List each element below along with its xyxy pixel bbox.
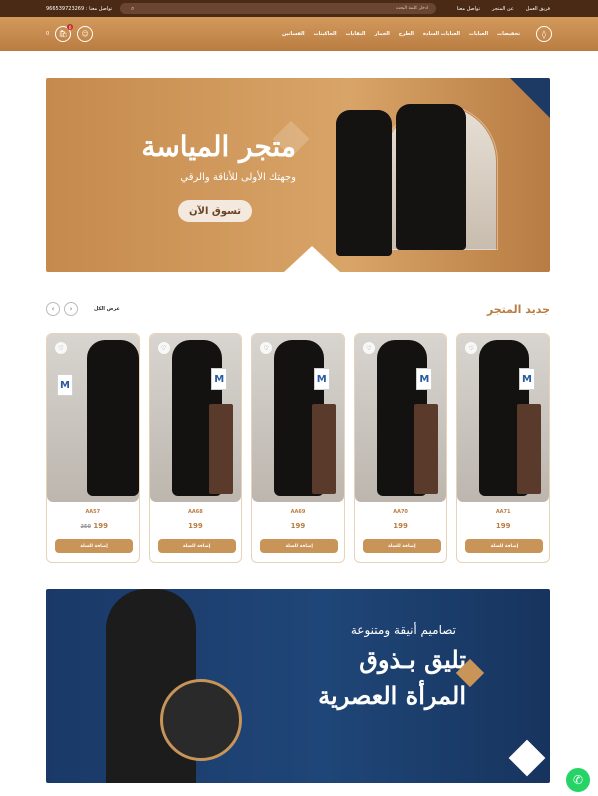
- nav-item-jackets[interactable]: الجاكيتات: [314, 31, 337, 37]
- nav-item-sales[interactable]: تخفيضات: [497, 31, 520, 37]
- cart-button[interactable]: 🛍 0: [55, 24, 74, 42]
- product-card[interactable]: M ♡ AA68 199 إضافة للسلة: [148, 333, 243, 563]
- section-header: ‹ › عرض الكل جديد المتجر: [46, 300, 550, 318]
- product-card[interactable]: M ♡ AA70 199 إضافة للسلة: [353, 333, 448, 563]
- main-nav: 0 🛍 0 ☺ تخفيضات العبايات العبايات السادة…: [0, 17, 598, 51]
- banner-corner-decoration: [510, 78, 550, 118]
- chevron-right-icon: ›: [69, 305, 73, 313]
- product-list: M ♡ AA57 250 199 إضافة للسلة M ♡ AA68 19…: [46, 333, 550, 563]
- product-image[interactable]: M ♡: [47, 334, 139, 502]
- nav-item-plain-abayas[interactable]: العبايات السادة: [423, 31, 460, 37]
- wishlist-icon[interactable]: ♡: [55, 342, 67, 354]
- promo-line-1: تصاميم أنيقة ومتنوعة: [350, 623, 456, 637]
- banner-notch: [284, 246, 340, 272]
- cart-icon: 🛍: [58, 30, 68, 38]
- product-image[interactable]: M ♡: [354, 334, 447, 502]
- nav-item-abayas[interactable]: العبايات: [469, 31, 488, 37]
- nav-item-niqab[interactable]: النقابات: [346, 31, 366, 37]
- product-image[interactable]: M ♡: [149, 334, 242, 502]
- promo-banner[interactable]: تصاميم أنيقة ومتنوعة تليق بـذوق المرأة ا…: [46, 589, 550, 783]
- phone-number[interactable]: 966539723269 : تواصل معنا: [46, 6, 112, 12]
- prev-arrow-button[interactable]: ‹: [46, 302, 60, 316]
- product-code: AA57: [85, 509, 101, 515]
- add-to-cart-button[interactable]: إضافة للسلة: [157, 539, 236, 553]
- top-link-contact[interactable]: تواصل معنا: [457, 6, 480, 12]
- add-to-cart-button[interactable]: إضافة للسلة: [465, 539, 544, 553]
- top-bar: 966539723269 : تواصل معنا ⌕ ادخل كلمة ال…: [0, 0, 598, 17]
- section-title: جديد المتجر: [486, 302, 550, 316]
- whatsapp-button[interactable]: ✆: [566, 768, 590, 792]
- product-price: 250 199: [47, 522, 139, 530]
- top-link-team[interactable]: فريق العمل: [526, 6, 550, 12]
- top-link-about[interactable]: عن المتجر: [492, 6, 514, 12]
- search-icon[interactable]: ⌕: [131, 5, 134, 13]
- brand-sign: M: [416, 368, 433, 390]
- nav-item-tarha[interactable]: الطرح: [399, 31, 414, 37]
- product-card[interactable]: M ♡ AA57 250 199 إضافة للسلة: [46, 333, 140, 563]
- product-price: 199: [188, 522, 203, 530]
- wishlist-icon[interactable]: ♡: [465, 342, 478, 354]
- wishlist-icon[interactable]: ♡: [157, 342, 170, 354]
- brand-sign: M: [313, 368, 330, 390]
- product-code: AA69: [290, 509, 306, 515]
- product-price: 199: [393, 522, 408, 530]
- hero-title: متجر المياسة: [141, 130, 296, 163]
- cart-count-badge: 0: [67, 24, 74, 30]
- search-input[interactable]: ⌕ ادخل كلمة البحث: [120, 3, 436, 14]
- wishlist-icon[interactable]: ♡: [362, 342, 375, 354]
- product-card[interactable]: M ♡ AA71 199 إضافة للسلة: [456, 333, 550, 563]
- cart-total: 0: [46, 31, 50, 37]
- whatsapp-icon: ✆: [572, 773, 584, 787]
- promo-circle-photo: [160, 679, 242, 761]
- account-button[interactable]: ☺: [77, 26, 94, 42]
- brand-sign: M: [57, 374, 73, 396]
- store-logo[interactable]: ◊: [536, 26, 552, 42]
- next-arrow-button[interactable]: ›: [64, 302, 78, 316]
- hero-banner[interactable]: متجر المياسة وجهتك الأولى للأناقة والرقي…: [46, 78, 550, 272]
- product-code: AA68: [188, 509, 203, 515]
- current-price: 199: [93, 522, 109, 530]
- nav-item-khimar[interactable]: الخمار: [374, 31, 389, 37]
- promo-line-2: تليق بـذوق: [359, 645, 466, 674]
- product-card[interactable]: M ♡ AA69 199 إضافة للسلة: [251, 333, 345, 563]
- star-decoration: [508, 739, 546, 777]
- brand-sign: M: [518, 368, 535, 390]
- product-code: AA71: [495, 509, 511, 515]
- wishlist-icon[interactable]: ♡: [260, 342, 273, 354]
- add-to-cart-button[interactable]: إضافة للسلة: [55, 539, 133, 553]
- chevron-left-icon: ‹: [51, 305, 55, 313]
- old-price: 250: [80, 524, 91, 530]
- hero-model-right: [396, 104, 466, 250]
- product-price: 199: [290, 522, 306, 530]
- user-icon: ☺: [81, 30, 89, 38]
- top-links: فريق العمل عن المتجر تواصل معنا: [457, 6, 550, 12]
- promo-line-3: المرأة العصرية: [318, 681, 466, 710]
- hero-subtitle: وجهتك الأولى للأناقة والرقي: [180, 172, 296, 183]
- shop-now-button[interactable]: تسوق الآن: [178, 200, 252, 222]
- view-all-link[interactable]: عرض الكل: [94, 306, 120, 312]
- add-to-cart-button[interactable]: إضافة للسلة: [260, 539, 339, 553]
- product-price: 199: [495, 522, 511, 530]
- product-image[interactable]: M ♡: [457, 334, 549, 502]
- brand-sign: M: [211, 368, 228, 390]
- nav-item-dresses[interactable]: الفساتين: [282, 31, 305, 37]
- product-image[interactable]: M ♡: [252, 334, 344, 502]
- nav-menu: تخفيضات العبايات العبايات السادة الطرح ا…: [282, 31, 520, 37]
- add-to-cart-button[interactable]: إضافة للسلة: [362, 539, 441, 553]
- product-code: AA70: [393, 509, 408, 515]
- hero-model-left: [336, 110, 392, 256]
